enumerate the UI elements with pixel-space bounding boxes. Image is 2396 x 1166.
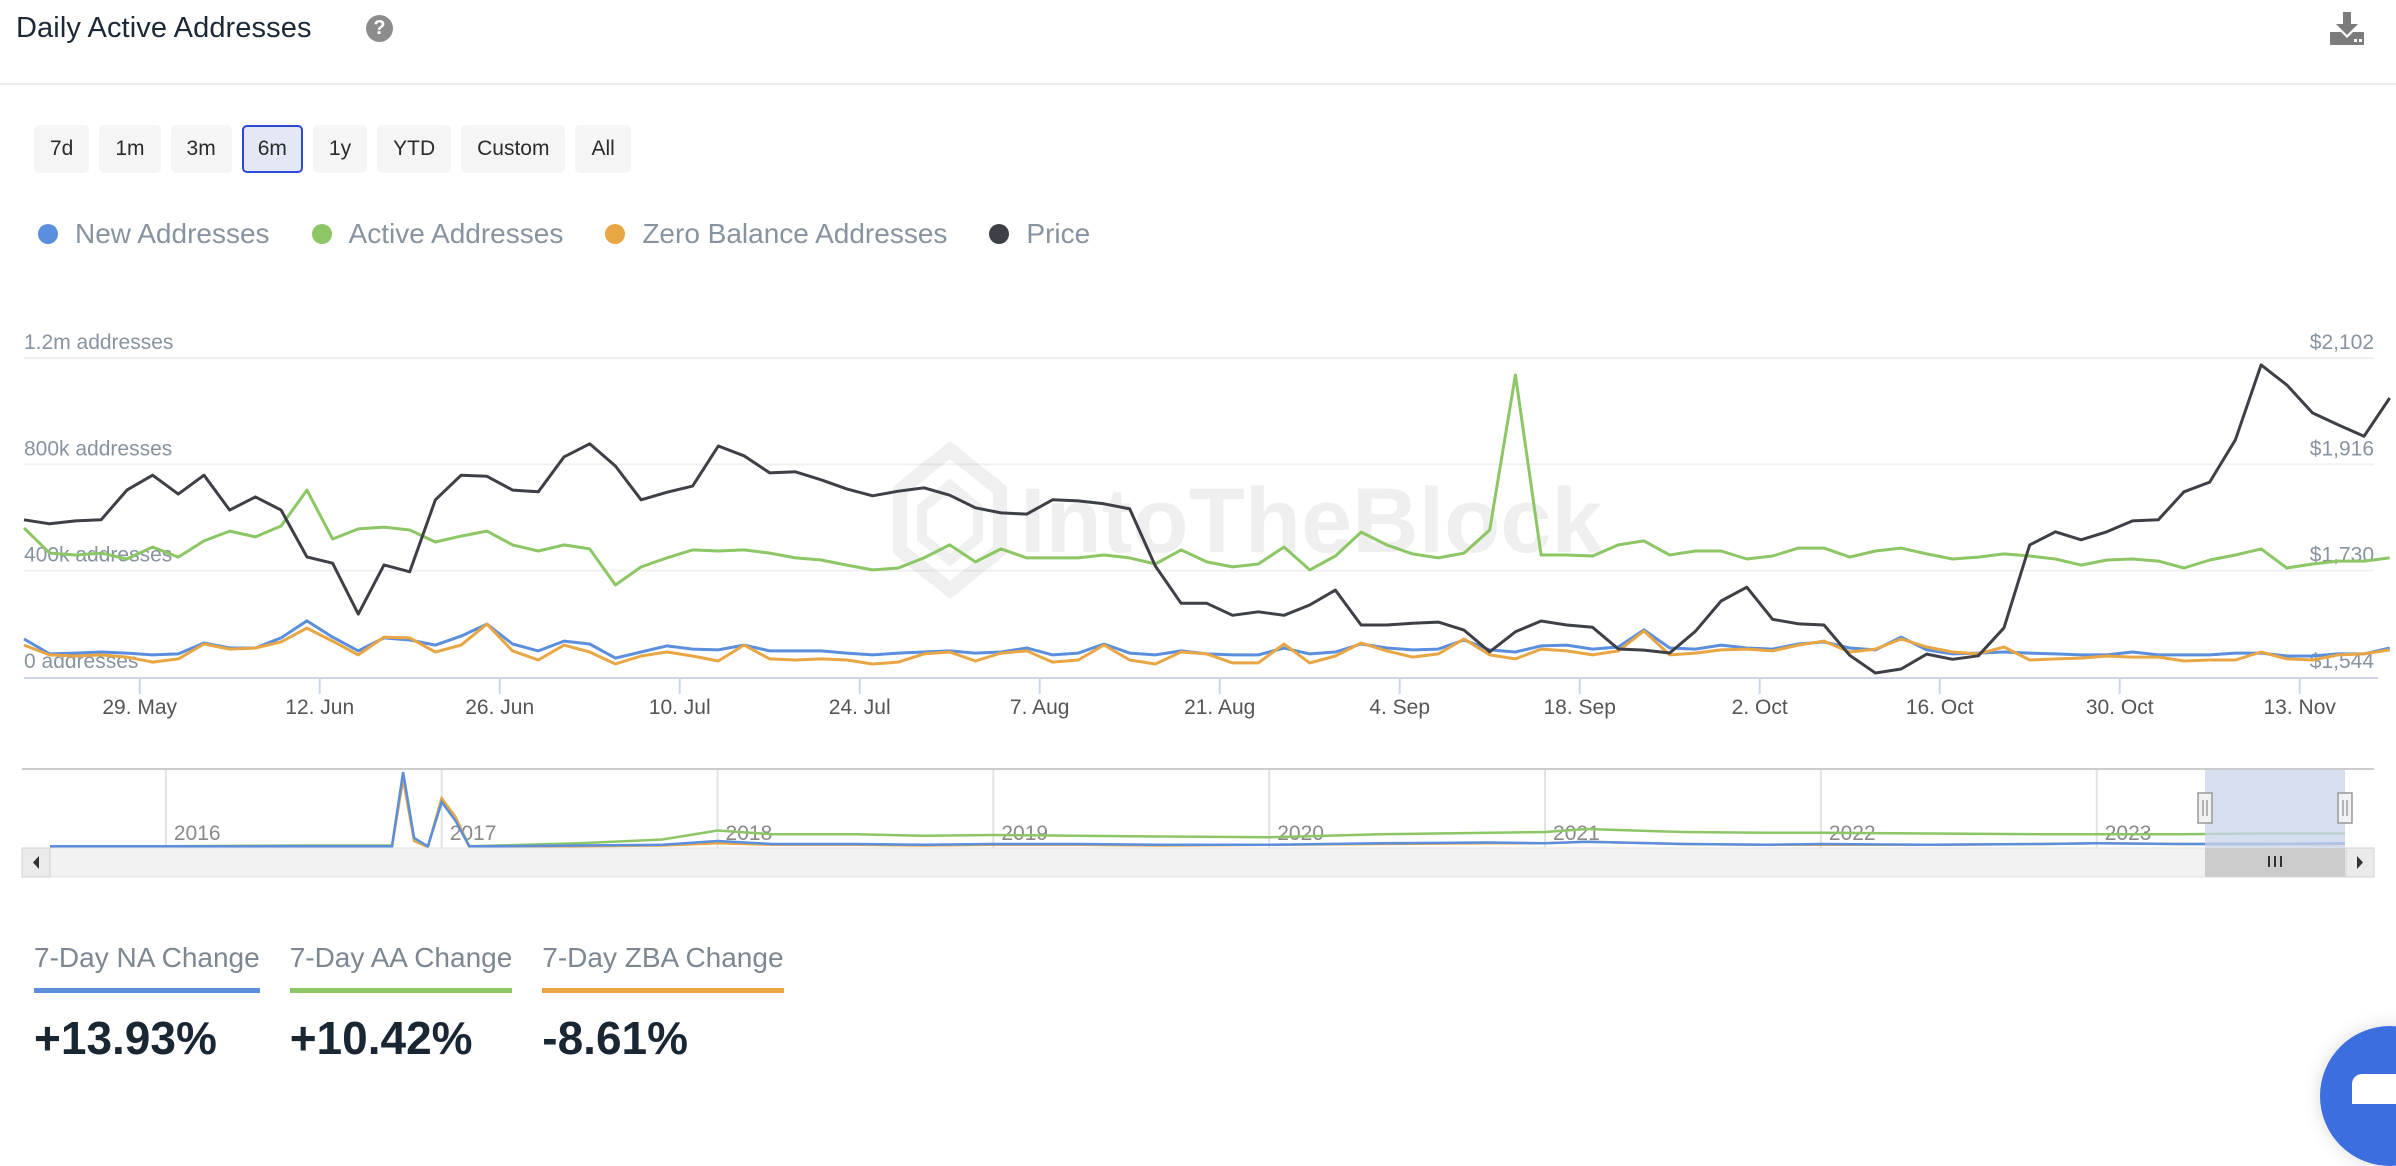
stat-value: +13.93% — [34, 1012, 217, 1064]
right-axis-label: $1,916 — [2310, 437, 2374, 460]
right-axis-labels: $1,544$1,730$1,916$2,102 — [2310, 331, 2375, 673]
chat-bubble-inner — [2352, 1074, 2396, 1104]
navigator-year-label: 2019 — [1001, 822, 1048, 845]
x-tick-label: 24. Jul — [829, 696, 891, 719]
x-tick-label: 21. Aug — [1184, 696, 1255, 719]
x-tick-label: 7. Aug — [1010, 696, 1070, 719]
x-tick-label: 16. Oct — [1906, 696, 1974, 719]
stat-zba-change: 7-Day ZBA Change -8.61% — [542, 942, 784, 1065]
x-axis-ticks: 29. May 12. Jun 26. Jun 10. Jul 24. Jul 7. Au… — [102, 678, 2336, 719]
x-tick-label: 13. Nov — [2264, 696, 2337, 719]
left-axis-label: 1.2m addresses — [24, 331, 173, 354]
stat-value: +10.42% — [289, 1012, 473, 1064]
right-axis-label: $2,102 — [2310, 331, 2374, 354]
stat-label: 7-Day NA Change — [34, 942, 260, 993]
navigator: 2016 2017 2018 2019 2020 2021 2022 2023 — [21, 768, 2375, 878]
x-tick-label: 29. May — [102, 696, 177, 719]
x-tick-label: 18. Sep — [1543, 696, 1615, 719]
stat-value: -8.61% — [542, 1012, 689, 1064]
x-tick-label: 12. Jun — [285, 696, 354, 719]
x-tick-label: 30. Oct — [2086, 696, 2154, 719]
navigator-series — [50, 771, 2346, 849]
navigator-handle-right[interactable] — [2337, 792, 2353, 824]
x-tick-label: 2. Oct — [1732, 696, 1788, 719]
stat-aa-change: 7-Day AA Change +10.42% — [289, 942, 513, 1065]
stat-label: 7-Day ZBA Change — [542, 942, 784, 993]
stat-na-change: 7-Day NA Change +13.93% — [34, 942, 260, 1065]
navigator-year-label: 2016 — [174, 822, 221, 845]
navigator-selection — [2205, 770, 2345, 848]
series-line-zero-balance-addresses — [23, 622, 2390, 666]
left-axis-labels: 0 addresses400k addresses800k addresses1… — [24, 331, 173, 673]
x-tick-label: 4. Sep — [1369, 696, 1430, 719]
x-tick-label: 26. Jun — [465, 696, 534, 719]
x-tick-label: 10. Jul — [649, 696, 711, 719]
navigator-handle-left[interactable] — [2197, 792, 2213, 824]
stats-row: 7-Day NA Change +13.93% 7-Day AA Change … — [34, 942, 814, 1065]
chat-icon[interactable] — [2320, 1026, 2396, 1166]
navigator-scrollbar-track — [21, 847, 2375, 878]
navigator-year-label: 2020 — [1277, 822, 1324, 845]
stat-label: 7-Day AA Change — [289, 942, 513, 993]
watermark-logo-icon — [893, 441, 1007, 599]
left-axis-label: 800k addresses — [24, 437, 172, 460]
chart-canvas[interactable]: IntoTheBlock 0 addresses400k addresses80… — [0, 0, 2396, 900]
